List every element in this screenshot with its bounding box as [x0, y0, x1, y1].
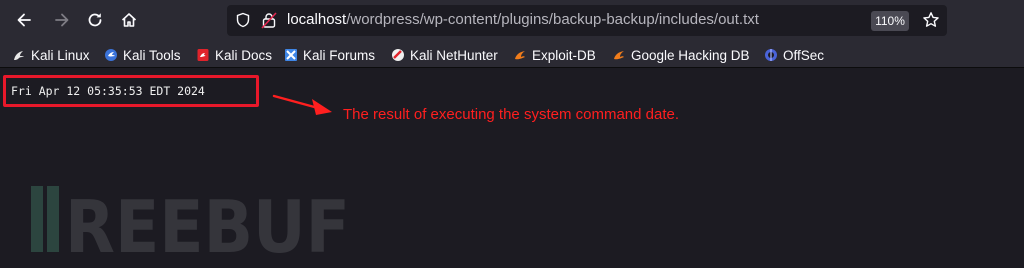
arrow-left-icon — [17, 13, 31, 27]
bookmark-label: Kali Tools — [123, 47, 181, 63]
exploit-db-icon — [515, 51, 525, 60]
google-hacking-db-icon — [614, 51, 624, 60]
bookmark-label: OffSec — [783, 47, 825, 63]
url-host: localhost — [287, 11, 347, 28]
kali-docs-icon — [197, 49, 209, 61]
highlight-box — [3, 75, 259, 107]
address-bar[interactable]: localhost/wordpress/wp-content/plugins/b… — [227, 5, 947, 36]
reload-icon — [88, 13, 102, 27]
svg-text:REEBUF: REEBUF — [65, 185, 350, 258]
bookmark-kali-tools[interactable]: Kali Tools — [104, 46, 181, 64]
offsec-icon — [765, 49, 777, 61]
zoom-level-badge[interactable]: 110% — [871, 11, 909, 31]
page-content: Fri Apr 12 05:35:53 EDT 2024 The result … — [0, 69, 1024, 268]
insecure-lock-icon[interactable] — [261, 12, 277, 29]
bookmark-google-hacking-db[interactable]: Google Hacking DB — [612, 46, 750, 64]
reload-button[interactable] — [83, 8, 107, 32]
shield-icon[interactable] — [235, 12, 251, 28]
bookmark-offsec[interactable]: OffSec — [764, 46, 824, 64]
forward-button[interactable] — [50, 8, 74, 32]
kali-dragon-icon — [14, 51, 24, 60]
annotation-arrow-icon — [272, 94, 332, 115]
home-icon — [121, 13, 137, 27]
annotation-text: The result of executing the system comma… — [343, 106, 679, 123]
bookmark-label: Kali NetHunter — [410, 47, 498, 63]
bookmark-exploit-db[interactable]: Exploit-DB — [513, 46, 596, 64]
url-text[interactable]: localhost/wordpress/wp-content/plugins/b… — [287, 11, 759, 28]
bookmark-kali-nethunter[interactable]: Kali NetHunter — [391, 46, 498, 64]
bookmark-label: Kali Linux — [31, 47, 90, 63]
browser-toolbar: localhost/wordpress/wp-content/plugins/b… — [0, 0, 1024, 40]
url-path: /wordpress/wp-content/plugins/backup-bac… — [346, 11, 759, 28]
kali-forums-icon — [285, 49, 297, 61]
kali-nethunter-icon — [392, 49, 404, 61]
bookmark-kali-forums[interactable]: Kali Forums — [284, 46, 375, 64]
bookmark-label: Google Hacking DB — [631, 47, 750, 63]
back-button[interactable] — [12, 8, 36, 32]
freebuf-watermark-logo: REEBUF — [31, 185, 350, 258]
bookmarks-toolbar: Kali Linux Kali Tools Kali Docs Kali For… — [0, 40, 1024, 68]
bookmark-label: Kali Forums — [303, 47, 376, 63]
bookmark-label: Exploit-DB — [532, 47, 596, 63]
bookmark-kali-linux[interactable]: Kali Linux — [12, 46, 90, 64]
kali-tools-icon — [105, 49, 117, 61]
arrow-right-icon — [55, 13, 69, 27]
home-button[interactable] — [117, 8, 141, 32]
bookmark-kali-docs[interactable]: Kali Docs — [196, 46, 272, 64]
bookmark-label: Kali Docs — [215, 47, 273, 63]
bookmark-star-icon[interactable] — [922, 11, 940, 29]
